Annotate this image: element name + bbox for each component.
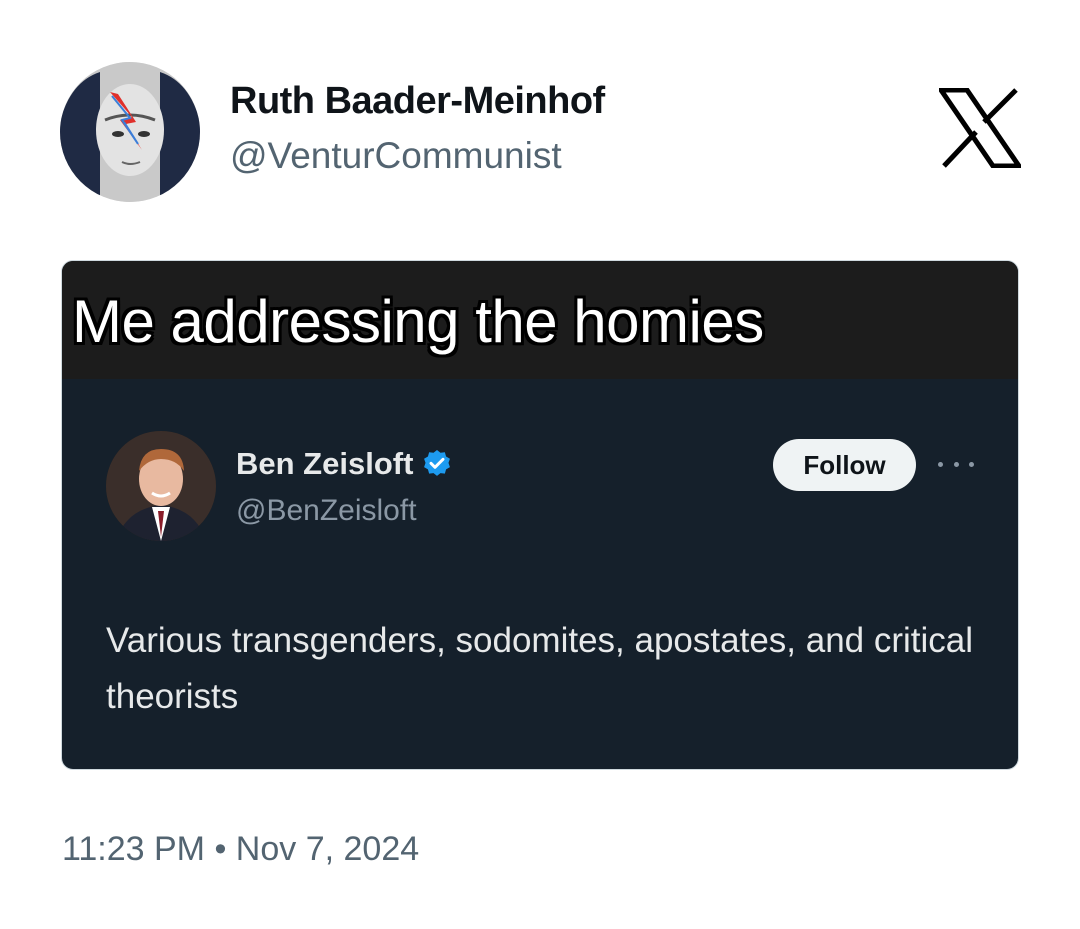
x-logo-icon[interactable]	[936, 87, 1024, 169]
meme-caption: Me addressing the homies	[72, 288, 764, 355]
meme-caption-bar: Me addressing the homies	[62, 261, 1018, 379]
embedded-post-text: Various transgenders, sodomites, apostat…	[106, 621, 974, 716]
embedded-post-name-text: Ben Zeisloft	[236, 446, 414, 481]
avatar-image	[60, 62, 200, 202]
verified-badge-icon	[424, 450, 451, 476]
more-dot	[969, 461, 974, 467]
more-dot	[938, 461, 943, 467]
post-timestamp[interactable]: 11:23 PM • Nov 7, 2024	[62, 830, 419, 869]
author-name[interactable]: Ruth Baader-Meinhof	[230, 80, 605, 123]
embedded-post-name: Ben Zeisloft	[236, 446, 453, 482]
embedded-avatar-image	[106, 431, 216, 541]
follow-button: Follow	[773, 439, 916, 491]
author-avatar[interactable]	[60, 62, 200, 202]
embedded-post-handle: @BenZeisloft	[236, 494, 417, 527]
more-dot	[953, 461, 959, 467]
embedded-post-avatar	[106, 431, 216, 541]
more-options-icon	[938, 449, 974, 479]
author-handle[interactable]: @VenturCommunist	[230, 135, 562, 177]
post-media-image[interactable]: Me addressing the homies Ben Zeisloft @B…	[61, 260, 1019, 770]
